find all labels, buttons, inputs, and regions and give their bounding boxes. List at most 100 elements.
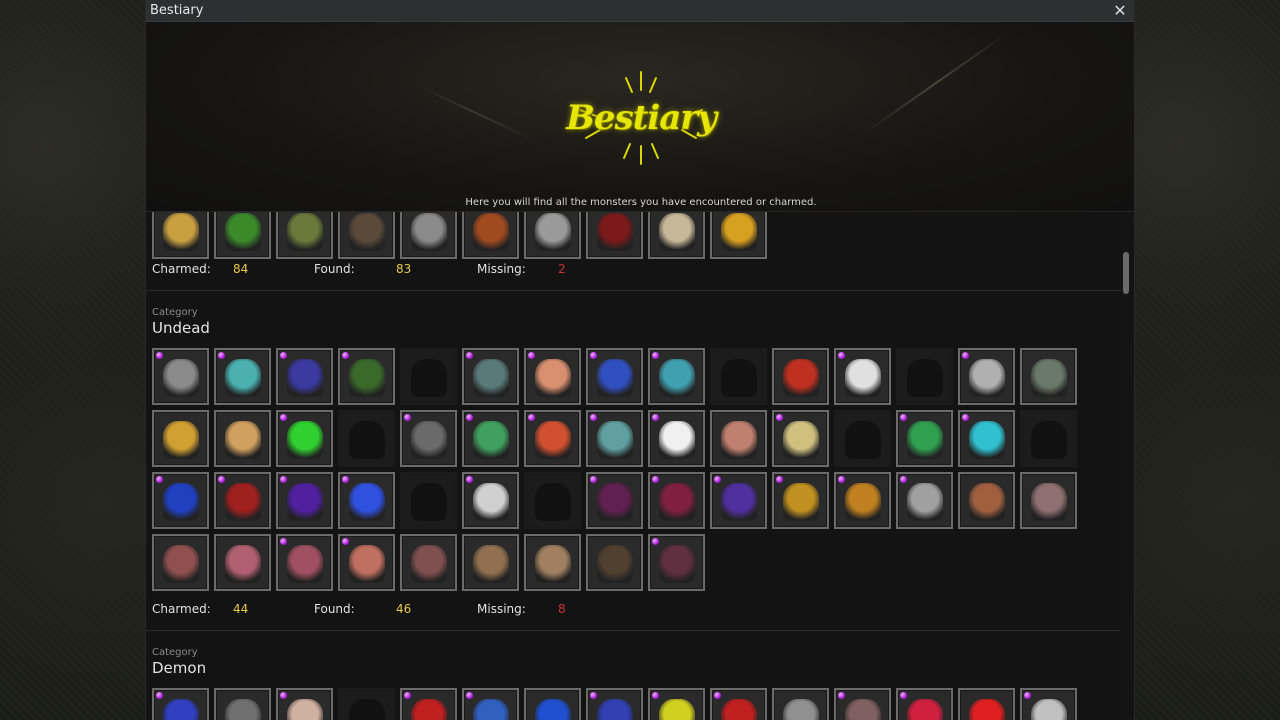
scrollbar-thumb[interactable]	[1123, 252, 1129, 294]
monster-tile[interactable]	[896, 472, 953, 529]
monster-tile[interactable]	[1020, 688, 1077, 720]
monster-sprite-icon	[411, 545, 447, 583]
title-bar[interactable]: Bestiary ✕	[146, 0, 1134, 22]
monster-tile[interactable]	[338, 348, 395, 405]
charmed-gem-icon	[714, 476, 721, 483]
monster-sprite-icon	[411, 421, 447, 459]
bestiary-list[interactable]: Charmed: 84 Found: 83 Missing: 2 Categor…	[146, 212, 1121, 720]
monster-tile[interactable]	[276, 688, 333, 720]
monster-sprite-icon	[287, 483, 323, 521]
monster-tile[interactable]	[958, 348, 1015, 405]
monster-tile[interactable]	[524, 348, 581, 405]
monster-tile[interactable]	[648, 472, 705, 529]
monster-tile[interactable]	[214, 348, 271, 405]
monster-tile[interactable]	[1020, 410, 1077, 467]
charmed-gem-icon	[652, 352, 659, 359]
monster-tile[interactable]	[834, 348, 891, 405]
monster-sprite-icon	[721, 699, 757, 720]
monster-tile[interactable]	[772, 472, 829, 529]
monster-tile[interactable]	[400, 534, 457, 591]
charmed-gem-icon	[652, 692, 659, 699]
monster-tile[interactable]	[586, 348, 643, 405]
monster-tile[interactable]	[772, 688, 829, 720]
monster-tile[interactable]	[586, 472, 643, 529]
monster-tile[interactable]	[896, 348, 953, 405]
monster-tile[interactable]	[152, 410, 209, 467]
monster-tile[interactable]	[276, 348, 333, 405]
scrollbar[interactable]	[1121, 212, 1133, 720]
monster-sprite-icon	[1031, 359, 1067, 397]
monster-tile[interactable]	[276, 410, 333, 467]
monster-tile[interactable]	[710, 688, 767, 720]
monster-tile[interactable]	[586, 688, 643, 720]
monster-tile[interactable]	[400, 410, 457, 467]
monster-tile[interactable]	[338, 688, 395, 720]
monster-tile[interactable]	[710, 212, 767, 259]
monster-tile[interactable]	[648, 534, 705, 591]
monster-tile[interactable]	[276, 212, 333, 259]
monster-tile[interactable]	[400, 472, 457, 529]
monster-tile[interactable]	[586, 534, 643, 591]
monster-tile[interactable]	[524, 688, 581, 720]
monster-tile[interactable]	[524, 212, 581, 259]
monster-tile[interactable]	[710, 410, 767, 467]
monster-sprite-icon	[659, 545, 695, 583]
monster-tile[interactable]	[462, 410, 519, 467]
monster-tile[interactable]	[586, 410, 643, 467]
monster-tile[interactable]	[648, 410, 705, 467]
monster-tile[interactable]	[152, 472, 209, 529]
monster-tile[interactable]	[772, 348, 829, 405]
monster-tile[interactable]	[1020, 472, 1077, 529]
monster-tile[interactable]	[276, 534, 333, 591]
monster-tile[interactable]	[152, 348, 209, 405]
monster-tile[interactable]	[338, 212, 395, 259]
monster-tile[interactable]	[462, 688, 519, 720]
monster-tile[interactable]	[338, 534, 395, 591]
monster-tile[interactable]	[276, 472, 333, 529]
monster-tile[interactable]	[834, 472, 891, 529]
monster-tile[interactable]	[648, 688, 705, 720]
monster-tile[interactable]	[648, 348, 705, 405]
monster-tile[interactable]	[152, 212, 209, 259]
monster-sprite-icon	[349, 421, 385, 459]
monster-tile[interactable]	[834, 688, 891, 720]
charmed-gem-icon	[528, 352, 535, 359]
monster-tile[interactable]	[958, 472, 1015, 529]
monster-tile[interactable]	[648, 212, 705, 259]
monster-tile[interactable]	[400, 212, 457, 259]
section-divider	[146, 290, 1121, 291]
monster-tile[interactable]	[896, 688, 953, 720]
monster-tile[interactable]	[462, 472, 519, 529]
monster-tile[interactable]	[524, 472, 581, 529]
monster-tile[interactable]	[462, 212, 519, 259]
monster-tile[interactable]	[462, 348, 519, 405]
monster-tile[interactable]	[772, 410, 829, 467]
monster-tile[interactable]	[400, 348, 457, 405]
monster-tile[interactable]	[152, 534, 209, 591]
monster-tile[interactable]	[214, 410, 271, 467]
monster-tile[interactable]	[214, 212, 271, 259]
monster-tile[interactable]	[338, 410, 395, 467]
monster-tile[interactable]	[400, 688, 457, 720]
monster-tile[interactable]	[586, 212, 643, 259]
monster-tile[interactable]	[338, 472, 395, 529]
monster-tile[interactable]	[152, 688, 209, 720]
monster-tile[interactable]	[958, 688, 1015, 720]
close-icon[interactable]: ✕	[1112, 2, 1128, 19]
bestiary-window: Bestiary ✕ Bestiary Here you will find a…	[145, 0, 1135, 720]
monster-tile[interactable]	[896, 410, 953, 467]
monster-tile[interactable]	[834, 410, 891, 467]
monster-sprite-icon	[721, 213, 757, 251]
monster-tile[interactable]	[710, 348, 767, 405]
monster-tile[interactable]	[710, 472, 767, 529]
monster-tile[interactable]	[214, 534, 271, 591]
monster-tile[interactable]	[524, 534, 581, 591]
monster-tile[interactable]	[958, 410, 1015, 467]
monster-tile[interactable]	[1020, 348, 1077, 405]
monster-sprite-icon	[287, 421, 323, 459]
monster-tile[interactable]	[524, 410, 581, 467]
monster-sprite-icon	[597, 699, 633, 720]
monster-tile[interactable]	[214, 688, 271, 720]
monster-tile[interactable]	[462, 534, 519, 591]
monster-tile[interactable]	[214, 472, 271, 529]
